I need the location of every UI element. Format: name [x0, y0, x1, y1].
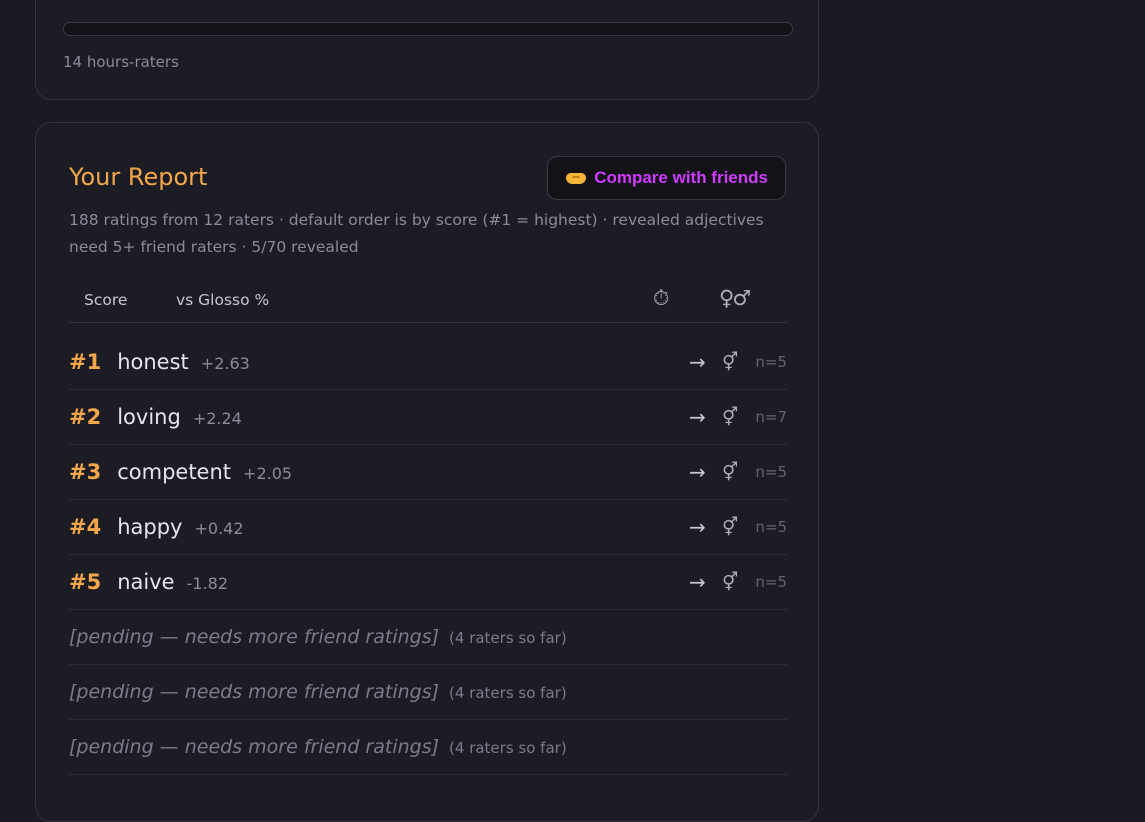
pending-row: [pending — needs more friend ratings] (4… [69, 720, 787, 775]
adjective: competent [117, 460, 232, 484]
table-row: #1 honest +2.63 → ⚥ n=5 [69, 335, 787, 390]
adjective: honest [117, 350, 189, 374]
compare-with-friends-button[interactable]: Compare with friends [547, 156, 786, 200]
rater-count: n=5 [755, 573, 787, 591]
pending-label: [pending — needs more friend ratings] [69, 626, 440, 648]
progress-bar [63, 22, 793, 36]
rater-count: n=5 [755, 463, 787, 481]
report-card: Your Report Compare with friends 188 rat… [35, 122, 819, 822]
rater-count: n=5 [755, 518, 787, 536]
gender-icon: ⚥ [722, 406, 739, 428]
gender-icon: ⚥ [722, 571, 739, 593]
adjective-score: +2.24 [192, 409, 242, 428]
gender-filter-icon[interactable]: ♀♂ [719, 286, 751, 310]
adjective-score: +0.42 [194, 519, 244, 538]
adjective-score: +2.63 [200, 354, 250, 373]
trend-arrow-icon: → [689, 570, 706, 594]
adjective: happy [117, 515, 183, 539]
rank: #5 [69, 570, 102, 594]
adjective: loving [117, 405, 181, 429]
pending-rater-count: (4 raters so far) [449, 739, 567, 757]
gender-icon: ⚥ [722, 351, 739, 373]
rank: #2 [69, 405, 102, 429]
rater-count: n=7 [755, 408, 787, 426]
gender-icon: ⚥ [722, 516, 739, 538]
progress-caption: 14 hours-raters [63, 53, 179, 71]
trend-arrow-icon: → [689, 515, 706, 539]
adjective-score: +2.05 [243, 464, 293, 483]
pending-row: [pending — needs more friend ratings] (4… [69, 610, 787, 665]
adjective-score: -1.82 [186, 574, 228, 593]
table-row: #3 competent +2.05 → ⚥ n=5 [69, 445, 787, 500]
rater-count: n=5 [755, 353, 787, 371]
pending-label: [pending — needs more friend ratings] [69, 736, 440, 758]
rank: #1 [69, 350, 102, 374]
trend-arrow-icon: → [689, 405, 706, 429]
trend-arrow-icon: → [689, 460, 706, 484]
table-row: #4 happy +0.42 → ⚥ n=5 [69, 500, 787, 555]
pending-rater-count: (4 raters so far) [449, 684, 567, 702]
pending-rater-count: (4 raters so far) [449, 629, 567, 647]
table-row: #5 naive -1.82 → ⚥ n=5 [69, 555, 787, 610]
rank: #4 [69, 515, 102, 539]
handshake-icon [566, 171, 587, 185]
adjective: naive [117, 570, 175, 594]
trend-arrow-icon: → [689, 350, 706, 374]
pending-label: [pending — needs more friend ratings] [69, 681, 440, 703]
gender-icon: ⚥ [722, 461, 739, 483]
rank: #3 [69, 460, 102, 484]
timer-icon[interactable]: ⏱ [653, 286, 669, 311]
adjective-list: #1 honest +2.63 → ⚥ n=5 #2 loving +2.24 … [69, 335, 787, 775]
sort-by-glosso-header[interactable]: vs Glosso % [176, 291, 269, 309]
report-title: Your Report [69, 163, 208, 191]
pending-row: [pending — needs more friend ratings] (4… [69, 665, 787, 720]
table-header: Score vs Glosso % ⏱ ♀♂ [69, 278, 787, 323]
compare-button-label: Compare with friends [594, 168, 768, 187]
progress-card: 14 hours-raters [35, 0, 819, 100]
table-row: #2 loving +2.24 → ⚥ n=7 [69, 390, 787, 445]
sort-by-score-header[interactable]: Score [84, 291, 127, 309]
report-description: 188 ratings from 12 raters · default ord… [69, 211, 764, 256]
